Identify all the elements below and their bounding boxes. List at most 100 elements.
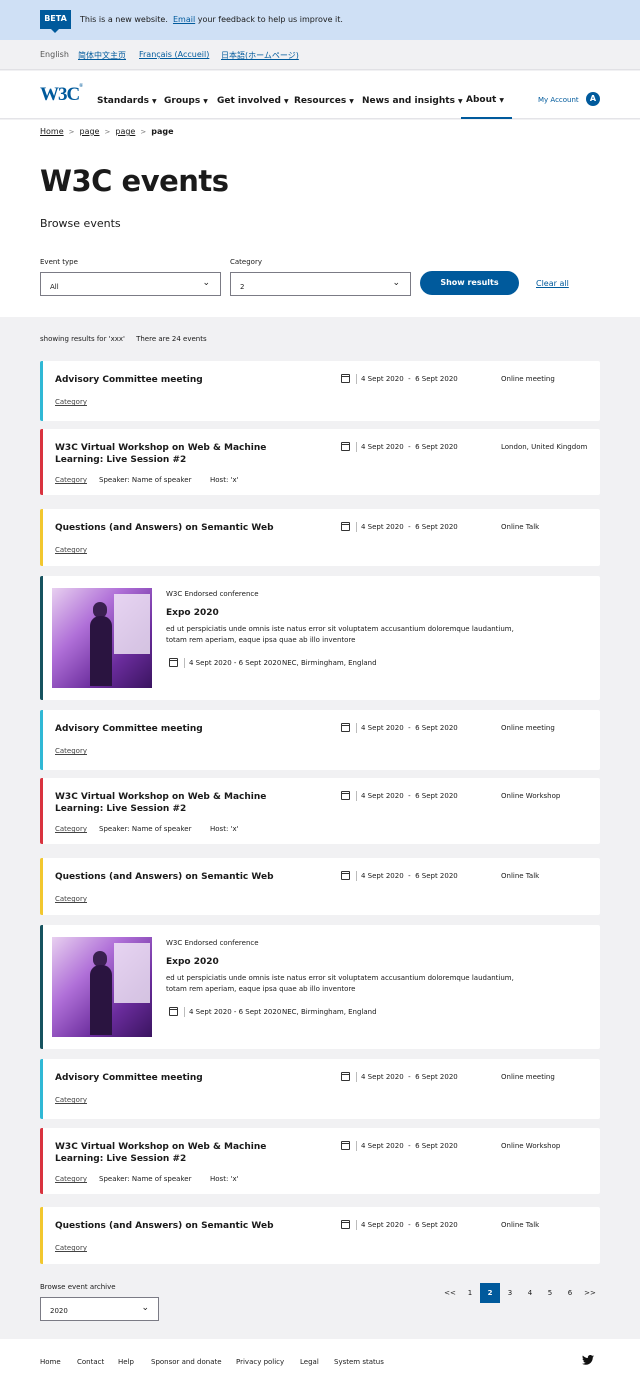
- event-card[interactable]: Questions (and Answers) on Semantic Web C…: [40, 858, 600, 915]
- footer-link-system-status[interactable]: System status: [334, 1358, 384, 1366]
- event-title[interactable]: Expo 2020: [166, 608, 219, 618]
- footer-link-contact[interactable]: Contact: [77, 1358, 104, 1366]
- event-title[interactable]: W3C Virtual Workshop on Web & Machine Le…: [55, 791, 305, 815]
- event-date-range: 4 Sept 2020 - 6 Sept 2020: [361, 1221, 458, 1229]
- event-card[interactable]: W3C Virtual Workshop on Web & Machine Le…: [40, 778, 600, 844]
- results-query: showing results for 'xxx': [40, 335, 125, 343]
- nav-standards[interactable]: Standards ▼: [97, 96, 157, 106]
- divider: [356, 1072, 357, 1082]
- pagination-last[interactable]: >>: [580, 1283, 600, 1303]
- event-category-link[interactable]: Category: [55, 895, 87, 903]
- footer-link-home[interactable]: Home: [40, 1358, 61, 1366]
- event-title[interactable]: Expo 2020: [166, 957, 219, 967]
- chevron-down-icon: ▼: [499, 97, 504, 104]
- pagination-page[interactable]: 4: [520, 1283, 540, 1303]
- chevron-right-icon: >: [104, 128, 111, 136]
- event-type-value: All: [50, 283, 59, 291]
- show-results-button[interactable]: Show results: [420, 271, 519, 295]
- event-date-range: 4 Sept 2020 - 6 Sept 2020: [361, 443, 458, 451]
- my-account-link[interactable]: My Account: [538, 96, 579, 104]
- event-category-link[interactable]: Category: [55, 747, 87, 755]
- footer-link-help[interactable]: Help: [118, 1358, 134, 1366]
- event-card[interactable]: Advisory Committee meeting Category 4 Sept…: [40, 361, 600, 421]
- calendar-icon: [341, 723, 350, 732]
- event-title[interactable]: Questions (and Answers) on Semantic Web: [55, 522, 305, 534]
- featured-event-card[interactable]: W3C Endorsed conference Expo 2020 ed ut pe…: [40, 576, 600, 700]
- results-info: showing results for 'xxx' There are 24 e…: [40, 335, 207, 343]
- calendar-icon: [341, 1072, 350, 1081]
- beta-message: This is a new website. Email your feedba…: [80, 15, 343, 24]
- clear-all-link[interactable]: Clear all: [536, 279, 569, 288]
- breadcrumb-page[interactable]: page: [115, 127, 135, 136]
- pagination-page[interactable]: 5: [540, 1283, 560, 1303]
- event-host: Host: 'x': [210, 476, 239, 484]
- archive-label: Browse event archive: [40, 1283, 116, 1291]
- event-category-link[interactable]: Category: [55, 546, 87, 554]
- event-category-link[interactable]: Category: [55, 1244, 87, 1252]
- event-card[interactable]: Advisory Committee meeting Category 4 Sept…: [40, 1059, 600, 1119]
- site-footer: Home Contact Help Sponsor and donate Pri…: [0, 1339, 640, 1383]
- archive-year-select[interactable]: 2020 ⌄: [40, 1297, 159, 1321]
- event-title[interactable]: Advisory Committee meeting: [55, 374, 305, 386]
- chevron-right-icon: >: [140, 128, 147, 136]
- breadcrumb-home[interactable]: Home: [40, 127, 64, 136]
- event-title[interactable]: W3C Virtual Workshop on Web & Machine Le…: [55, 1141, 305, 1165]
- event-description: ed ut perspiciatis unde omnis iste natus…: [166, 974, 514, 993]
- event-title[interactable]: W3C Virtual Workshop on Web & Machine Le…: [55, 442, 305, 466]
- language-link-japanese[interactable]: 日本語(ホームページ): [221, 50, 299, 61]
- event-card[interactable]: Advisory Committee meeting Category 4 Sept…: [40, 710, 600, 770]
- beta-badge: BETA: [40, 10, 71, 33]
- footer-link-privacy[interactable]: Privacy policy: [236, 1358, 284, 1366]
- event-category-link[interactable]: Category: [55, 825, 87, 833]
- event-speaker: Speaker: Name of speaker: [99, 1175, 192, 1183]
- event-category-link[interactable]: Category: [55, 398, 87, 406]
- pagination-page[interactable]: 6: [560, 1283, 580, 1303]
- divider: [356, 871, 357, 881]
- event-speaker: Speaker: Name of speaker: [99, 825, 192, 833]
- event-location: Online Talk: [501, 523, 540, 531]
- event-category-link[interactable]: Category: [55, 1096, 87, 1104]
- language-link-french[interactable]: Français (Accueil): [139, 50, 209, 59]
- event-card[interactable]: W3C Virtual Workshop on Web & Machine Le…: [40, 429, 600, 495]
- intro-section: Home > page > page > page W3C events Browse ev…: [0, 120, 640, 317]
- event-card[interactable]: Questions (and Answers) on Semantic Web C…: [40, 1207, 600, 1264]
- nav-about[interactable]: About ▼: [466, 95, 504, 105]
- nav-get-involved[interactable]: Get involved ▼: [217, 96, 289, 106]
- event-kicker: W3C Endorsed conference: [166, 590, 259, 598]
- chevron-down-icon: ▼: [457, 98, 463, 105]
- language-link-chinese[interactable]: 简体中文主页: [78, 50, 126, 61]
- event-title[interactable]: Advisory Committee meeting: [55, 1072, 305, 1084]
- footer-link-legal[interactable]: Legal: [300, 1358, 319, 1366]
- event-category-link[interactable]: Category: [55, 1175, 87, 1183]
- nav-news-and-insights[interactable]: News and insights ▼: [362, 96, 463, 106]
- footer-link-sponsor[interactable]: Sponsor and donate: [151, 1358, 222, 1366]
- featured-event-card[interactable]: W3C Endorsed conference Expo 2020 ed ut pe…: [40, 925, 600, 1049]
- beta-text-after: your feedback to help us improve it.: [197, 15, 343, 24]
- divider: [356, 1141, 357, 1151]
- nav-resources[interactable]: Resources ▼: [294, 96, 354, 106]
- event-title[interactable]: Questions (and Answers) on Semantic Web: [55, 1220, 305, 1232]
- category-select[interactable]: 2 ⌄: [230, 272, 411, 296]
- breadcrumb-page[interactable]: page: [80, 127, 100, 136]
- event-type-select[interactable]: All ⌄: [40, 272, 221, 296]
- beta-email-link[interactable]: Email: [173, 15, 195, 24]
- pagination-page-current[interactable]: 2: [480, 1283, 500, 1303]
- event-title[interactable]: Advisory Committee meeting: [55, 723, 305, 735]
- twitter-icon[interactable]: [582, 1355, 594, 1365]
- nav-groups[interactable]: Groups ▼: [164, 96, 208, 106]
- pagination-first[interactable]: <<: [440, 1283, 460, 1303]
- pagination-page[interactable]: 3: [500, 1283, 520, 1303]
- event-description: ed ut perspiciatis unde omnis iste natus…: [166, 625, 514, 644]
- event-date-range: 4 Sept 2020 - 6 Sept 2020: [361, 872, 458, 880]
- avatar[interactable]: A: [586, 92, 600, 106]
- chevron-down-icon: ▼: [283, 98, 289, 105]
- chevron-down-icon: ⌄: [392, 278, 400, 288]
- calendar-icon: [169, 658, 178, 667]
- w3c-logo[interactable]: W3C®: [40, 84, 83, 106]
- chevron-down-icon: ▼: [152, 98, 157, 105]
- event-title[interactable]: Questions (and Answers) on Semantic Web: [55, 871, 305, 883]
- event-card[interactable]: Questions (and Answers) on Semantic Web C…: [40, 509, 600, 566]
- pagination-page[interactable]: 1: [460, 1283, 480, 1303]
- event-card[interactable]: W3C Virtual Workshop on Web & Machine Le…: [40, 1128, 600, 1194]
- event-category-link[interactable]: Category: [55, 476, 87, 484]
